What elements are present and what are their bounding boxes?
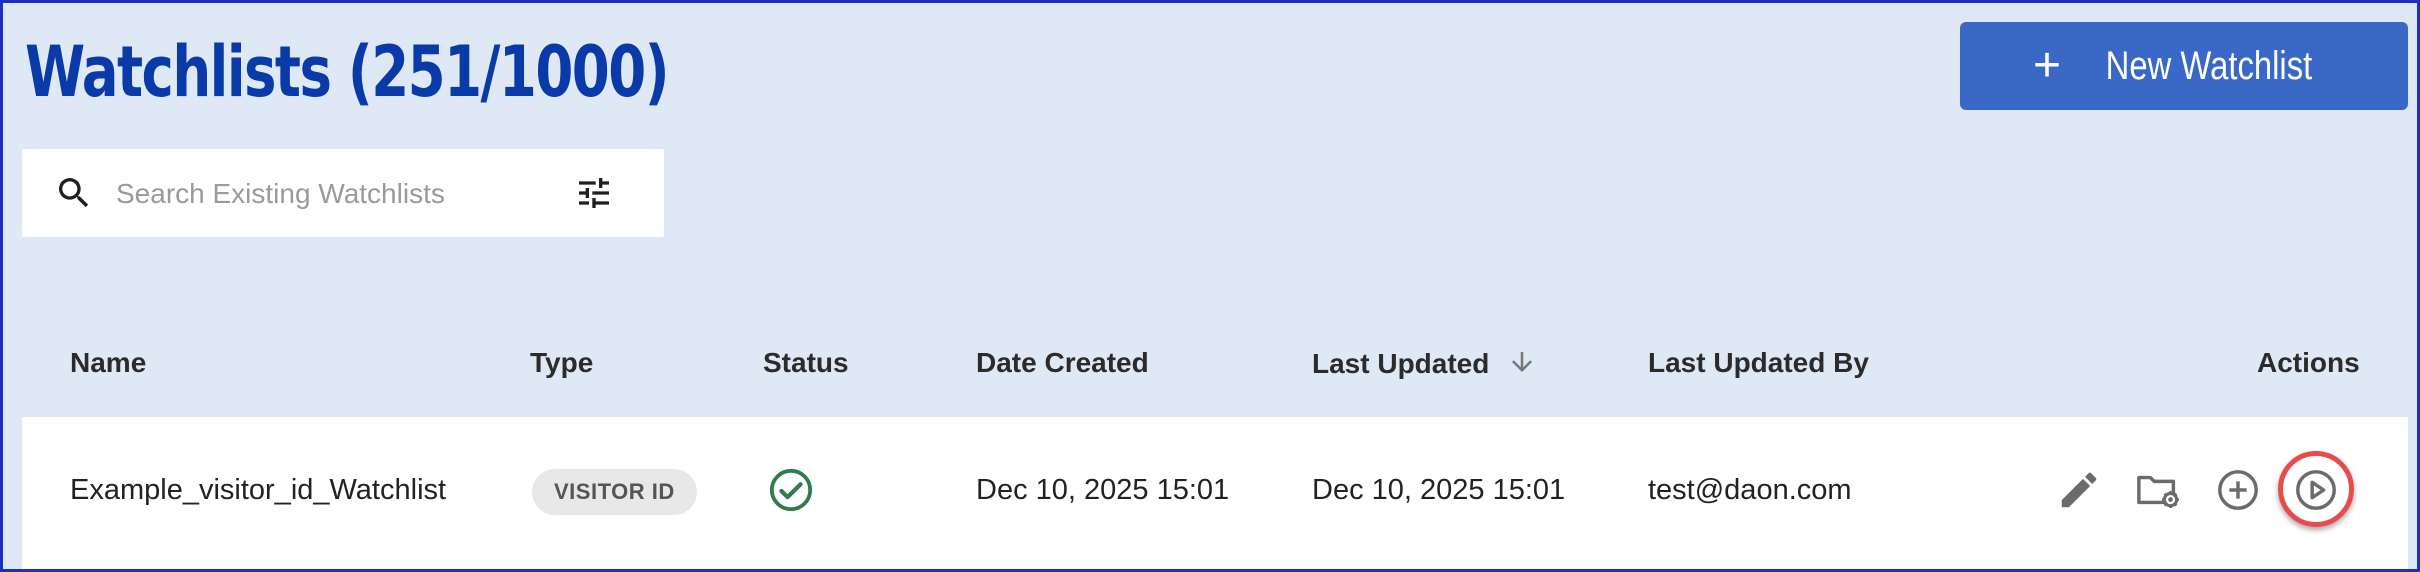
row-last-updated: Dec 10, 2025 15:01 — [1312, 474, 1566, 506]
row-name[interactable]: Example_visitor_id_Watchlist — [70, 474, 446, 507]
watchlists-page: Watchlists (251/1000) + New Watchlist Na… — [0, 0, 2420, 572]
type-chip: VISITOR ID — [532, 469, 697, 515]
search-input[interactable] — [114, 169, 478, 219]
column-header-status[interactable]: Status — [763, 347, 849, 379]
column-header-last-updated[interactable]: Last Updated — [1312, 347, 1537, 384]
row-last-updated-by: test@daon.com — [1648, 474, 1852, 506]
column-header-name[interactable]: Name — [70, 347, 146, 379]
page-title: Watchlists (251/1000) — [25, 31, 670, 113]
check-circle-icon — [768, 467, 814, 521]
play-circle-icon[interactable] — [2293, 467, 2339, 521]
new-watchlist-label: New Watchlist — [2105, 43, 2313, 88]
tune-icon[interactable] — [574, 173, 614, 218]
row-date-created: Dec 10, 2025 15:01 — [976, 474, 1230, 506]
search-bar — [22, 149, 664, 237]
folder-settings-icon[interactable] — [2134, 467, 2184, 521]
table-row: Example_visitor_id_Watchlist VISITOR ID … — [22, 417, 2408, 569]
column-header-last-updated-by[interactable]: Last Updated By — [1648, 347, 1869, 379]
new-watchlist-button[interactable]: + New Watchlist — [1960, 22, 2408, 110]
column-header-actions: Actions — [2257, 347, 2360, 378]
arrow-down-icon[interactable] — [1507, 347, 1537, 384]
add-circle-icon[interactable] — [2215, 467, 2261, 521]
table-header: Name Type Status Date Created Last Updat… — [3, 333, 2417, 393]
search-icon — [54, 173, 94, 218]
column-header-last-updated-label: Last Updated — [1312, 347, 1490, 379]
column-header-date-created[interactable]: Date Created — [976, 347, 1149, 379]
edit-icon[interactable] — [2056, 467, 2102, 521]
plus-icon: + — [2033, 39, 2062, 92]
column-header-type[interactable]: Type — [530, 347, 593, 379]
